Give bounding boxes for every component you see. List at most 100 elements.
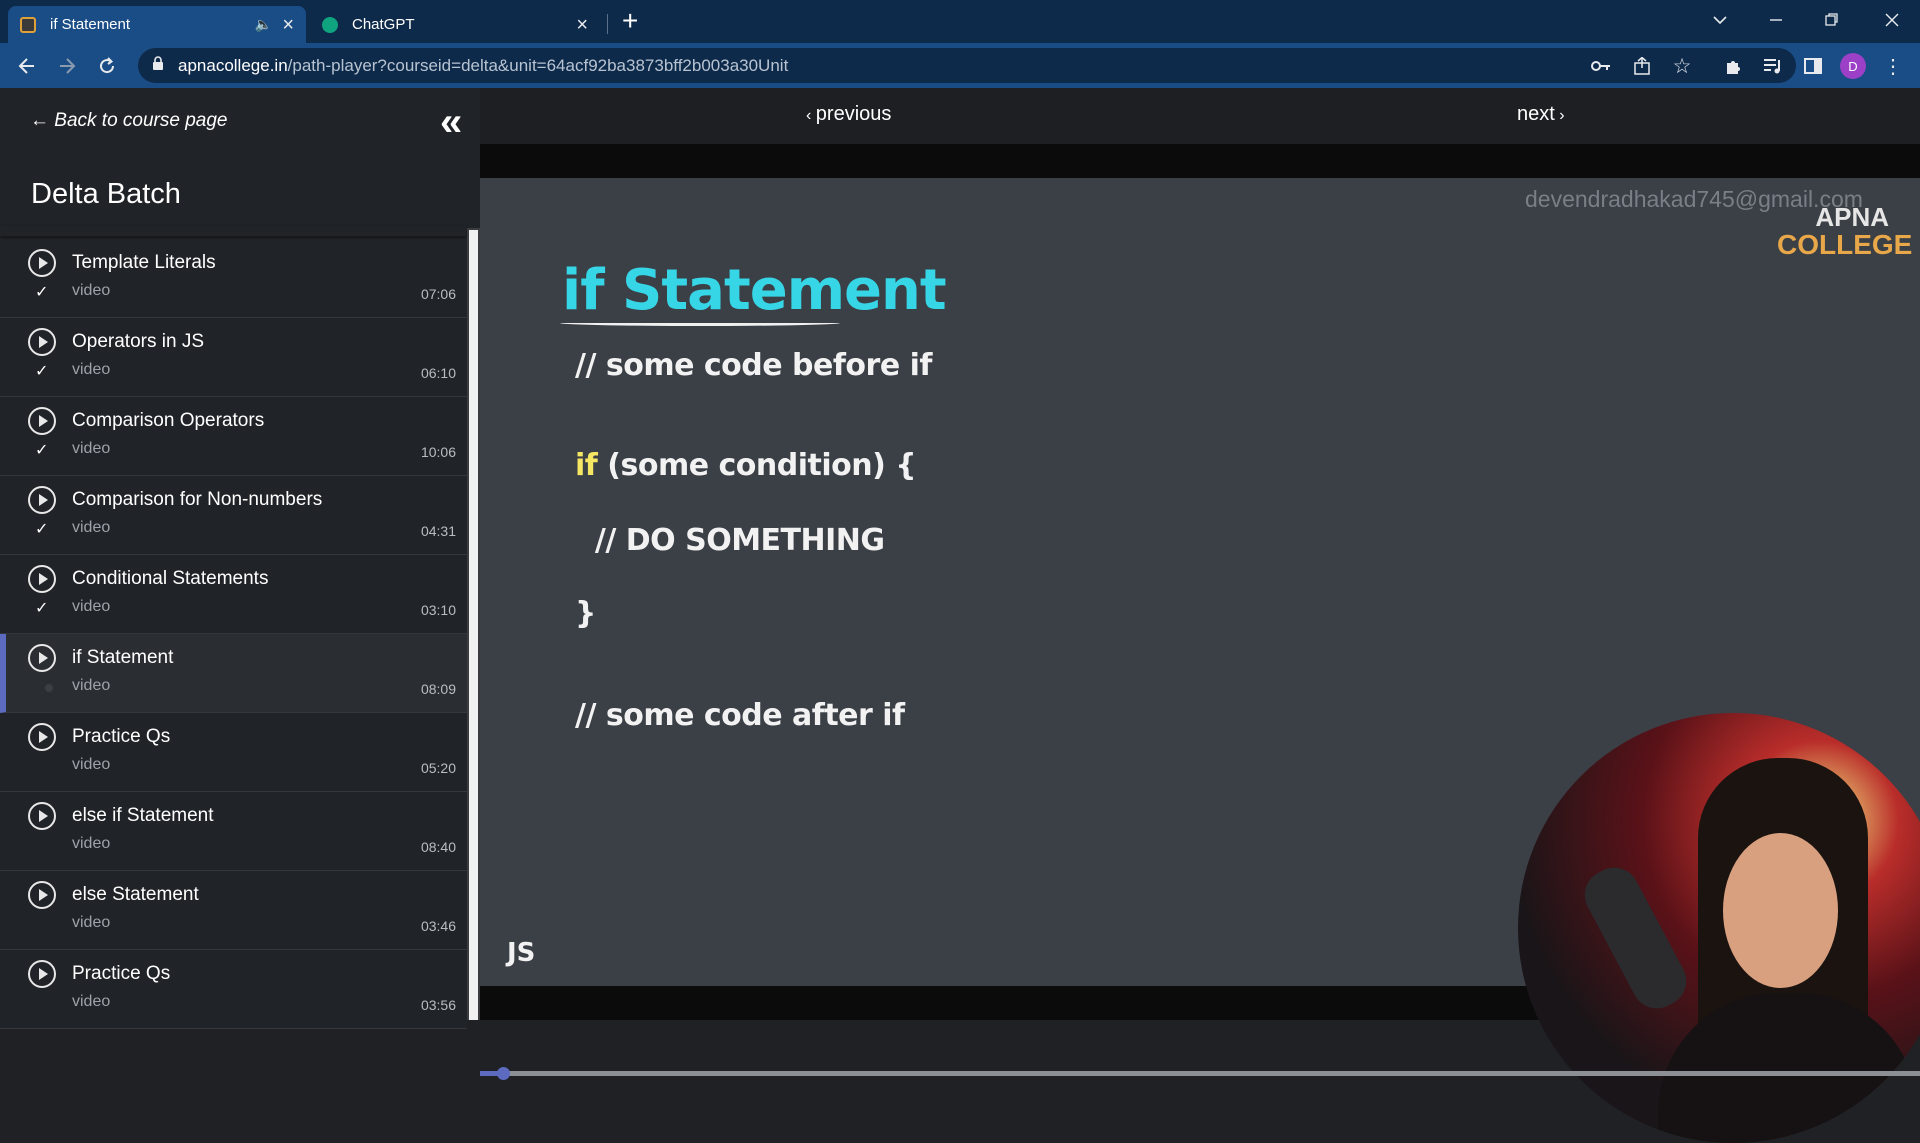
lesson-duration: 03:10 xyxy=(420,602,456,618)
sidebar-scrollbar-thumb[interactable] xyxy=(469,230,478,1020)
browser-tab-bar: if Statement 🔈 × ChatGPT × + xyxy=(0,0,1920,43)
play-circle-icon[interactable] xyxy=(28,486,56,514)
chevron-right-icon: › xyxy=(1554,107,1565,124)
tab-if-statement[interactable]: if Statement 🔈 × xyxy=(8,6,306,43)
checkmark-icon: ✓ xyxy=(35,284,49,301)
title-underline xyxy=(560,320,840,326)
reload-icon[interactable] xyxy=(92,51,122,81)
extensions-puzzle-icon[interactable] xyxy=(1720,53,1746,79)
code-line-1: // some code before if xyxy=(575,348,932,383)
tab-search-icon[interactable] xyxy=(1692,0,1748,40)
speaker-icon[interactable]: 🔈 xyxy=(255,16,272,33)
play-circle-icon[interactable] xyxy=(28,407,56,435)
lesson-title: Practice Qs xyxy=(72,963,171,984)
lesson-type: video xyxy=(72,914,111,931)
video-frame[interactable]: devendradhakad745@gmail.com APNA COLLEGE… xyxy=(480,178,1920,1143)
logo-line-1: APNA xyxy=(1815,202,1889,232)
lesson-title: else if Statement xyxy=(72,805,214,826)
play-circle-icon[interactable] xyxy=(28,249,56,277)
video-progress-knob[interactable] xyxy=(497,1067,511,1080)
video-progress-bar[interactable] xyxy=(480,1067,1920,1080)
code-line-3: // DO SOMETHING xyxy=(575,523,885,558)
lesson-duration: 04:31 xyxy=(420,523,456,539)
lesson-title: Comparison Operators xyxy=(72,410,265,431)
apna-college-logo: APNA COLLEGE xyxy=(1777,202,1912,259)
lesson-item[interactable]: ✓ Comparison Operators video 10:06 xyxy=(0,397,467,476)
video-player-area: ‹ previous next › devendradhakad745@gmai… xyxy=(480,88,1920,1143)
back-to-course-link[interactable]: ← Back to course page xyxy=(30,110,228,132)
lesson-duration: 08:40 xyxy=(420,839,456,855)
lesson-type: video xyxy=(72,835,111,852)
restore-button[interactable] xyxy=(1804,0,1860,40)
lesson-item[interactable]: Practice Qs video 03:56 xyxy=(0,950,467,1029)
lesson-type: video xyxy=(72,598,111,615)
lesson-item[interactable]: Practice Qs video 05:20 xyxy=(0,713,467,792)
play-circle-icon[interactable] xyxy=(28,960,56,988)
previous-button[interactable]: ‹ previous xyxy=(806,103,891,126)
lesson-duration: 05:20 xyxy=(420,760,456,776)
close-tab-icon[interactable]: × xyxy=(282,15,294,35)
tab-title: ChatGPT xyxy=(352,16,415,33)
chatgpt-favicon-icon xyxy=(322,16,338,33)
lesson-type: video xyxy=(72,677,111,694)
play-circle-icon[interactable] xyxy=(28,328,56,356)
back-arrow-icon[interactable] xyxy=(12,51,42,81)
lesson-duration: 03:46 xyxy=(420,918,456,934)
play-circle-icon[interactable] xyxy=(28,565,56,593)
next-button[interactable]: next › xyxy=(1517,103,1565,126)
course-title: Delta Batch xyxy=(31,178,181,210)
profile-avatar[interactable]: D xyxy=(1840,53,1866,79)
apnacollege-favicon-icon xyxy=(20,16,36,33)
url-text: apnacollege.in/path-player?courseid=delt… xyxy=(178,55,789,75)
lesson-item[interactable]: if Statement video 08:09 xyxy=(0,634,467,713)
tab-chatgpt[interactable]: ChatGPT × xyxy=(310,6,600,43)
close-window-button[interactable] xyxy=(1864,0,1920,40)
new-tab-button[interactable]: + xyxy=(622,6,638,36)
play-circle-icon[interactable] xyxy=(28,723,56,751)
lesson-type: video xyxy=(72,282,111,299)
play-circle-icon[interactable] xyxy=(28,644,56,672)
more-menu-icon[interactable]: ⋮ xyxy=(1880,53,1906,79)
course-sidebar: ← Back to course page « Delta Batch ✓ Tem… xyxy=(0,88,480,1029)
close-tab-icon[interactable]: × xyxy=(576,15,588,35)
lesson-item[interactable]: ✓ Comparison for Non-numbers video 04:31 xyxy=(0,476,467,555)
sidebar-divider xyxy=(0,226,466,236)
media-queue-icon[interactable] xyxy=(1760,53,1786,79)
lesson-duration: 07:06 xyxy=(420,286,456,302)
lesson-duration: 03:56 xyxy=(420,997,456,1013)
lesson-item[interactable]: ✓ Conditional Statements video 03:10 xyxy=(0,555,467,634)
star-bookmark-icon[interactable]: ☆ xyxy=(1669,53,1695,79)
lesson-title: Operators in JS xyxy=(72,331,204,352)
lesson-title: Comparison for Non-numbers xyxy=(72,489,323,510)
lesson-nav-bar: ‹ previous next › xyxy=(480,88,1920,144)
checkmark-icon: ✓ xyxy=(35,363,49,380)
if-keyword: if xyxy=(575,448,598,483)
lesson-item[interactable]: ✓ Operators in JS video 06:10 xyxy=(0,318,467,397)
lesson-type: video xyxy=(72,756,111,773)
lesson-duration: 06:10 xyxy=(420,365,456,381)
key-icon[interactable] xyxy=(1588,53,1614,79)
share-icon[interactable] xyxy=(1629,53,1655,79)
lesson-item[interactable]: ✓ Template Literals video 07:06 xyxy=(0,239,467,318)
forward-arrow-icon[interactable] xyxy=(52,51,82,81)
microphone-icon xyxy=(1576,858,1695,1018)
browser-toolbar: apnacollege.in/path-player?courseid=delt… xyxy=(0,43,1920,88)
collapse-sidebar-icon[interactable]: « xyxy=(440,102,462,142)
lesson-title: Conditional Statements xyxy=(72,568,269,589)
lesson-item[interactable]: else if Statement video 08:40 xyxy=(0,792,467,871)
in-progress-dot-icon xyxy=(45,684,53,692)
play-circle-icon[interactable] xyxy=(28,802,56,830)
play-circle-icon[interactable] xyxy=(28,881,56,909)
minimize-button[interactable] xyxy=(1748,0,1804,40)
code-line-4: } xyxy=(575,596,596,631)
address-bar[interactable]: apnacollege.in/path-player?courseid=delt… xyxy=(138,48,1796,83)
lock-icon[interactable] xyxy=(152,56,164,75)
lesson-item[interactable]: else Statement video 03:46 xyxy=(0,871,467,950)
checkmark-icon: ✓ xyxy=(35,521,49,538)
side-panel-icon[interactable] xyxy=(1800,53,1826,79)
lesson-type: video xyxy=(72,440,111,457)
presenter-webcam-circle xyxy=(1518,713,1920,1143)
lesson-title: Template Literals xyxy=(72,252,216,273)
lesson-title: if Statement xyxy=(72,647,174,668)
lesson-duration: 08:09 xyxy=(420,681,456,697)
